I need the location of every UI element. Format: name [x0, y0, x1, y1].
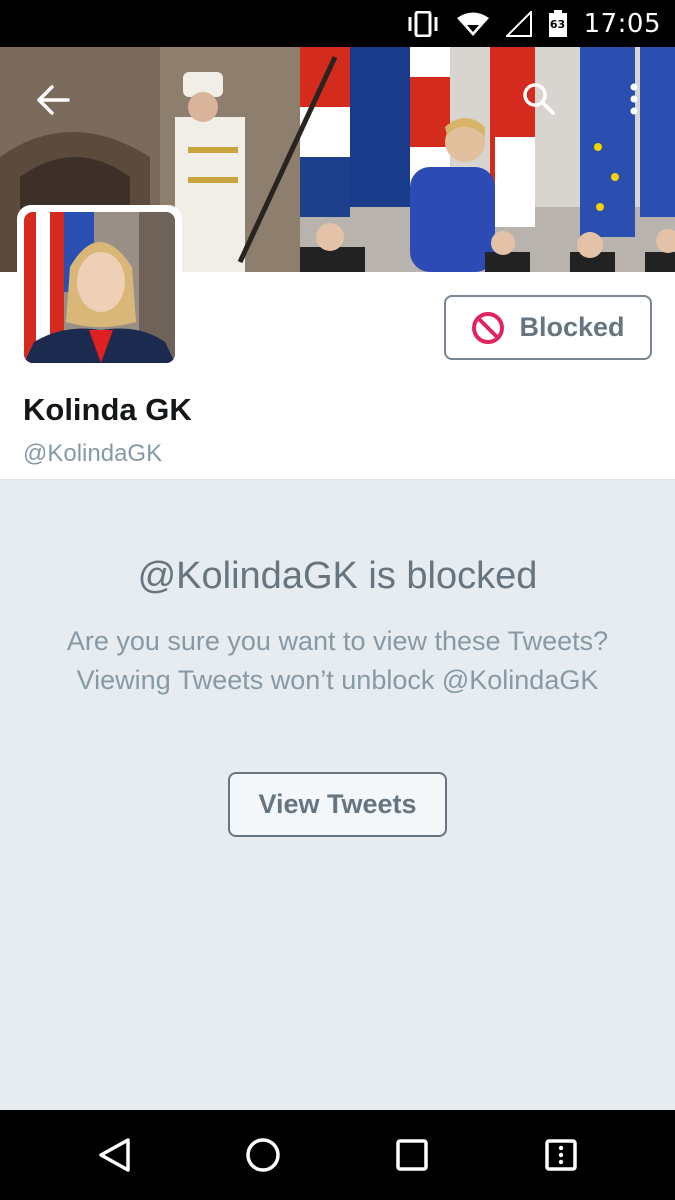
- status-time: 17:05: [583, 8, 661, 39]
- nav-home-button[interactable]: [223, 1115, 303, 1195]
- blocked-notice-title: @KolindaGK is blocked: [137, 555, 538, 597]
- view-tweets-button[interactable]: View Tweets: [228, 772, 447, 837]
- vibrate-icon: [406, 10, 440, 37]
- status-bar: 63 17:05: [0, 0, 675, 47]
- wifi-icon: [456, 11, 490, 37]
- cell-signal-icon: [505, 10, 532, 37]
- block-icon: [472, 311, 505, 344]
- profile-display-name: Kolinda GK: [23, 392, 192, 427]
- search-button[interactable]: [511, 71, 567, 127]
- back-button[interactable]: [25, 72, 81, 128]
- system-nav-bar: [0, 1110, 675, 1200]
- blocked-notice: @KolindaGK is blocked Are you sure you w…: [0, 481, 675, 1110]
- nav-home-icon: [246, 1138, 280, 1172]
- blocked-button[interactable]: Blocked: [444, 295, 652, 360]
- back-arrow-icon: [37, 85, 70, 115]
- blocked-notice-description: Are you sure you want to view these Twee…: [66, 626, 609, 695]
- nav-back-button[interactable]: [74, 1115, 154, 1195]
- twitter-profile-screen: 63 17:05 Blocked Kolinda GK @KolindaGK @…: [0, 0, 675, 1200]
- more-options-button[interactable]: [606, 71, 662, 127]
- nav-recents-button[interactable]: [372, 1115, 452, 1195]
- blocked-button-label: Blocked: [519, 312, 625, 342]
- more-vert-icon: [630, 83, 638, 115]
- nav-recents-icon: [396, 1139, 428, 1171]
- battery-level: 63: [549, 17, 566, 31]
- avatar-image: [24, 212, 175, 363]
- profile-handle: @KolindaGK: [23, 440, 163, 467]
- nav-menu-icon: [544, 1139, 577, 1171]
- search-icon: [523, 83, 555, 115]
- battery-icon: 63: [548, 9, 568, 38]
- nav-menu-button[interactable]: [521, 1115, 601, 1195]
- profile-avatar[interactable]: [17, 205, 182, 370]
- nav-back-icon: [99, 1138, 131, 1172]
